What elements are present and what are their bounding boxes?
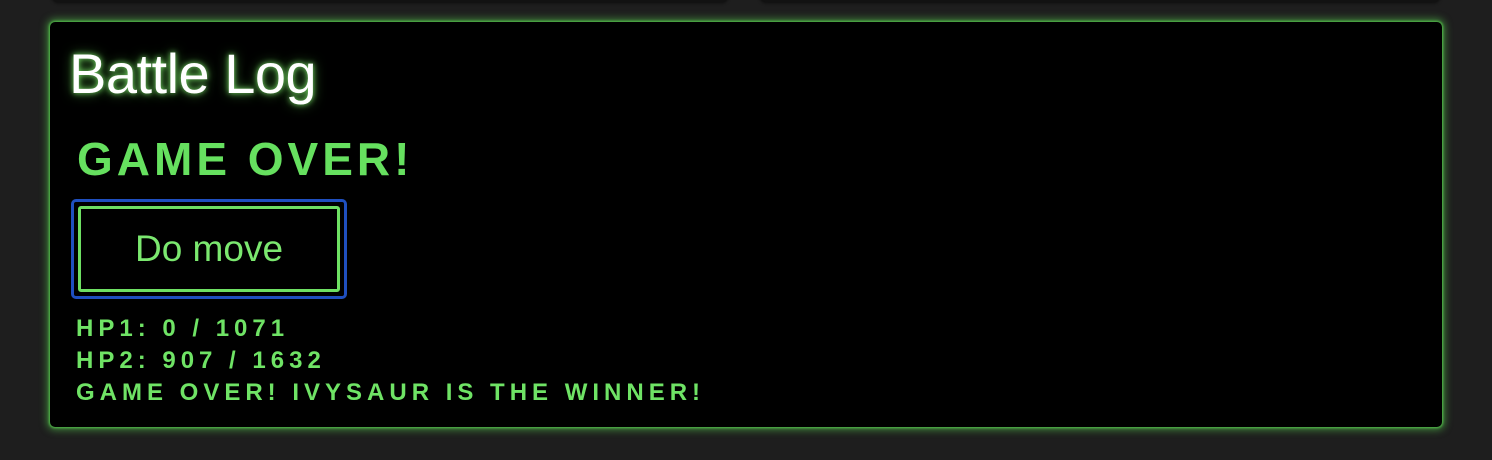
top-panel-right-edge — [760, 0, 1440, 2]
log-line-hp2: HP2: 907 / 1632 — [76, 347, 326, 374]
game-status-heading: GAME OVER! — [77, 133, 414, 185]
battle-log-panel: Battle Log GAME OVER! Do move HP1: 0 / 1… — [50, 22, 1442, 427]
top-panel-left-edge — [52, 0, 728, 2]
log-line-result: GAME OVER! IVYSAUR IS THE WINNER! — [76, 379, 706, 406]
log-line-hp1: HP1: 0 / 1071 — [76, 315, 290, 342]
battle-log-list: HP1: 0 / 1071 HP2: 907 / 1632 GAME OVER!… — [76, 313, 705, 409]
panel-title: Battle Log — [69, 42, 317, 105]
do-move-button-label: Do move — [78, 206, 340, 292]
top-panels-edge — [0, 0, 1492, 6]
do-move-button[interactable]: Do move — [71, 199, 347, 299]
